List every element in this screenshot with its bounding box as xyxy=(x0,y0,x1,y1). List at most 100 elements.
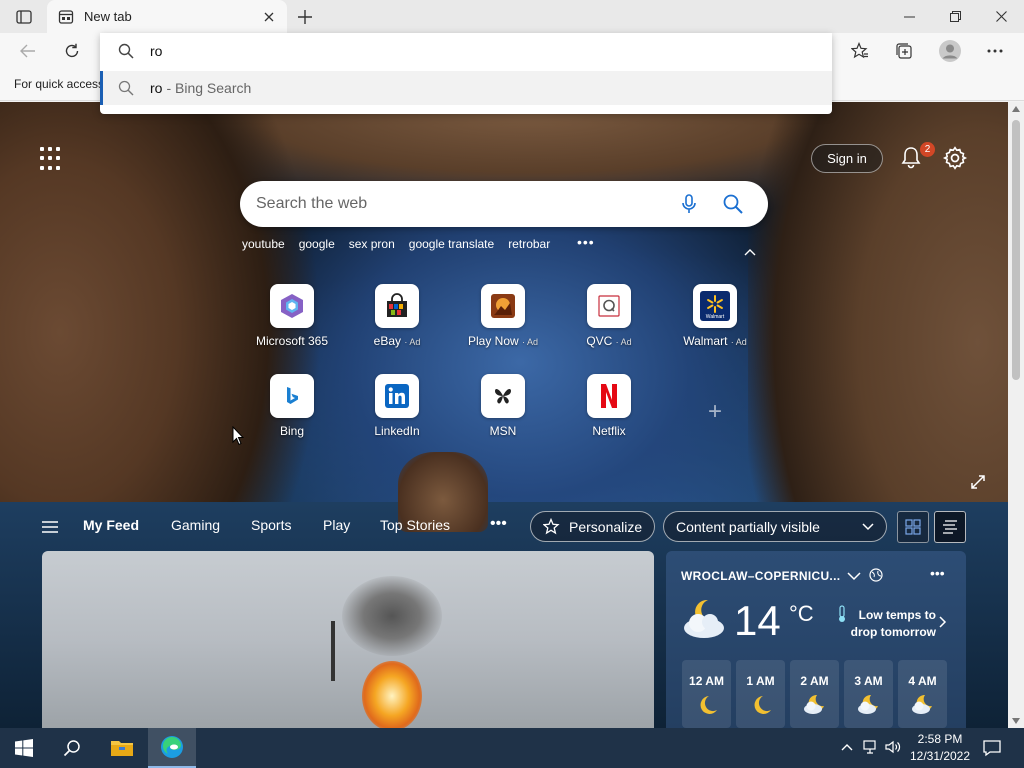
feed-navigation: My Feed Gaming Sports Play Top Stories •… xyxy=(0,502,1008,550)
location-globe-icon[interactable] xyxy=(869,568,883,582)
game-icon xyxy=(481,284,525,328)
close-icon xyxy=(264,12,274,21)
settings-gear-icon[interactable] xyxy=(942,145,968,171)
partly-cloudy-night-icon xyxy=(803,694,824,714)
chevron-down-icon[interactable] xyxy=(847,571,861,581)
microphone-icon[interactable] xyxy=(678,193,700,215)
weather-temperature: 14 xyxy=(734,597,781,644)
quick-link-ebay[interactable]: eBay · Ad xyxy=(352,284,442,348)
quick-link-qvc[interactable]: QVC · Ad xyxy=(564,284,654,348)
partly-cloudy-night-icon xyxy=(857,694,878,714)
minimize-button[interactable] xyxy=(886,0,932,33)
feed-tab-my-feed[interactable]: My Feed xyxy=(83,517,139,533)
quick-link-play-now[interactable]: Play Now · Ad xyxy=(458,284,548,348)
feed-tab-play[interactable]: Play xyxy=(323,517,350,533)
tile-label: Microsoft 365 xyxy=(255,334,329,348)
weather-location[interactable]: WROCLAW–COPERNICU... xyxy=(681,569,840,583)
edge-taskbar-button[interactable] xyxy=(148,728,196,768)
new-tab-button[interactable] xyxy=(292,4,318,30)
tab-title: New tab xyxy=(84,9,132,24)
weather-card[interactable]: WROCLAW–COPERNICU... ••• 14 °C Low temps… xyxy=(666,551,966,728)
chevron-up-icon[interactable] xyxy=(742,246,758,258)
search-button[interactable] xyxy=(48,728,96,768)
collections-icon xyxy=(896,43,912,59)
show-hidden-icons-button[interactable] xyxy=(838,738,856,756)
feed-more-button[interactable]: ••• xyxy=(490,515,507,533)
quick-link-bing[interactable]: Bing xyxy=(247,374,337,438)
trending-item[interactable]: google translate xyxy=(409,237,494,255)
windows-logo-icon xyxy=(15,739,33,757)
search-placeholder: Search the web xyxy=(256,195,368,212)
suggestion-query: ro xyxy=(150,80,163,96)
close-tab-button[interactable] xyxy=(257,5,281,29)
folder-icon xyxy=(111,741,133,756)
scroll-up-arrow-icon[interactable] xyxy=(1012,106,1020,112)
refresh-button[interactable] xyxy=(57,36,87,66)
trending-item[interactable]: google xyxy=(299,237,335,255)
settings-and-more-button[interactable] xyxy=(980,36,1010,66)
page-scrollbar[interactable] xyxy=(1008,102,1024,728)
quick-link-netflix[interactable]: Netflix xyxy=(564,374,654,438)
trending-more-button[interactable]: ••• xyxy=(577,234,595,250)
tab-actions-button[interactable] xyxy=(10,6,38,28)
app-launcher-button[interactable] xyxy=(40,147,64,171)
hourly-forecast-item[interactable]: 4 AM xyxy=(898,660,947,728)
trending-item[interactable]: youtube xyxy=(242,237,285,255)
volume-tray-button[interactable] xyxy=(884,738,902,756)
hourly-forecast-item[interactable]: 1 AM xyxy=(736,660,785,728)
personalize-button[interactable]: Personalize xyxy=(530,511,655,542)
news-card-image[interactable] xyxy=(42,551,654,728)
mouse-pointer-icon xyxy=(232,426,244,446)
hamburger-menu-icon[interactable] xyxy=(41,520,59,534)
personalize-label: Personalize xyxy=(569,518,643,535)
suggestion-source: - Bing Search xyxy=(166,80,252,96)
system-clock[interactable]: 2:58 PM 12/31/2022 xyxy=(905,731,975,765)
scroll-down-arrow-icon[interactable] xyxy=(1012,718,1020,724)
network-tray-button[interactable] xyxy=(862,738,880,756)
sign-in-button[interactable]: Sign in xyxy=(811,144,883,173)
scrollbar-thumb[interactable] xyxy=(1012,120,1020,380)
quick-link-walmart[interactable]: Walmart Walmart · Ad xyxy=(670,284,760,348)
tab-new-tab[interactable]: New tab xyxy=(47,0,287,33)
quick-link-microsoft365[interactable]: Microsoft 365 xyxy=(247,284,337,348)
favorites-button[interactable] xyxy=(845,36,875,66)
trending-item[interactable]: retrobar xyxy=(508,237,550,255)
list-layout-button[interactable] xyxy=(934,511,966,543)
collections-button[interactable] xyxy=(889,36,919,66)
weather-more-button[interactable]: ••• xyxy=(930,565,945,581)
add-shortcut-button[interactable]: + xyxy=(705,400,725,424)
chevron-right-icon[interactable] xyxy=(939,616,947,628)
file-explorer-button[interactable] xyxy=(98,728,146,768)
feed-tab-gaming[interactable]: Gaming xyxy=(171,517,220,533)
quick-link-msn[interactable]: MSN xyxy=(458,374,548,438)
trending-item[interactable]: sex pron xyxy=(349,237,395,255)
refresh-icon xyxy=(65,43,79,58)
expand-icon[interactable] xyxy=(970,474,986,490)
hourly-forecast-item[interactable]: 2 AM xyxy=(790,660,839,728)
grid-layout-icon xyxy=(905,519,921,535)
weather-alert[interactable]: Low temps to drop tomorrow xyxy=(836,607,936,641)
hourly-forecast-item[interactable]: 3 AM xyxy=(844,660,893,728)
quick-link-linkedin[interactable]: LinkedIn xyxy=(352,374,442,438)
feed-tab-top-stories[interactable]: Top Stories xyxy=(380,517,450,533)
profile-button[interactable] xyxy=(935,36,965,66)
suggestion-item[interactable]: ro - Bing Search xyxy=(100,71,832,105)
address-input[interactable] xyxy=(150,43,750,59)
address-bar[interactable] xyxy=(100,33,832,69)
feed-tab-sports[interactable]: Sports xyxy=(251,517,291,533)
start-button[interactable] xyxy=(0,728,48,768)
back-button[interactable] xyxy=(13,36,43,66)
web-search-box[interactable]: Search the web xyxy=(240,181,768,227)
tile-label: Walmart · Ad xyxy=(683,334,747,348)
close-window-button[interactable] xyxy=(978,0,1024,33)
hourly-forecast-item[interactable]: 12 AM xyxy=(682,660,731,728)
star-sparkle-icon xyxy=(543,517,560,534)
action-center-icon[interactable] xyxy=(982,738,1002,758)
search-icon[interactable] xyxy=(722,193,744,215)
restore-button[interactable] xyxy=(932,0,978,33)
minimize-icon xyxy=(903,16,915,17)
content-visibility-dropdown[interactable]: Content partially visible xyxy=(663,511,887,542)
grid-layout-button[interactable] xyxy=(897,511,929,543)
bing-icon xyxy=(270,374,314,418)
tile-label: eBay · Ad xyxy=(373,334,421,348)
